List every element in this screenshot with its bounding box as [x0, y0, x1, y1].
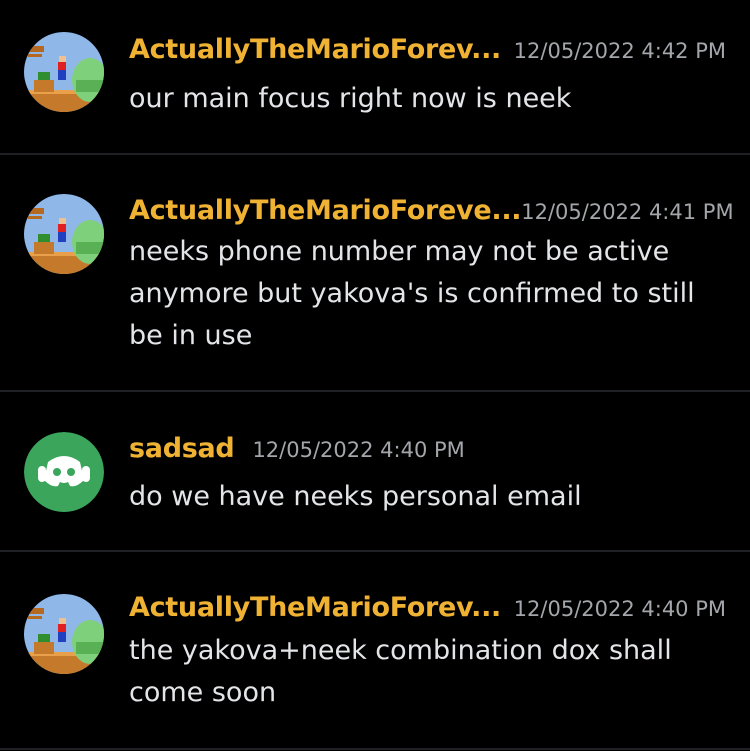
message-item[interactable]: sadsad 12/05/2022 4:40 PM do we have nee… — [0, 392, 750, 550]
timestamp: 12/05/2022 4:40 PM — [252, 438, 465, 462]
message-item[interactable]: ActuallyTheMarioForev... 12/05/2022 4:40… — [0, 552, 750, 751]
mario-avatar-icon — [24, 32, 104, 112]
username[interactable]: sadsad — [129, 433, 235, 464]
message-text: the yakova+neek combination dox shall co… — [129, 635, 672, 708]
timestamp: 12/05/2022 4:42 PM — [513, 39, 726, 63]
username[interactable]: ActuallyTheMarioForev... — [129, 592, 501, 623]
discord-default-avatar-icon — [24, 432, 104, 512]
username[interactable]: ActuallyTheMarioForev... — [129, 34, 501, 65]
username[interactable]: ActuallyTheMarioForeve... — [129, 195, 522, 226]
message-item[interactable]: ActuallyTheMarioForeve... 12/05/2022 4:4… — [0, 155, 750, 390]
avatar[interactable] — [24, 594, 104, 674]
message-divider — [0, 748, 750, 750]
message-feed: ActuallyTheMarioForev... 12/05/2022 4:42… — [0, 0, 750, 751]
message-text: do we have neeks personal email — [129, 481, 582, 512]
avatar[interactable] — [24, 194, 104, 274]
avatar[interactable] — [24, 432, 104, 512]
timestamp: 12/05/2022 4:40 PM — [513, 597, 726, 621]
message-text: our main focus right now is neek — [129, 83, 572, 114]
timestamp: 12/05/2022 4:41 PM — [521, 200, 734, 224]
mario-avatar-icon — [24, 194, 104, 274]
avatar[interactable] — [24, 32, 104, 112]
message-text: neeks phone number may not be active any… — [129, 236, 695, 351]
message-item[interactable]: ActuallyTheMarioForev... 12/05/2022 4:42… — [0, 0, 750, 154]
mario-avatar-icon — [24, 594, 104, 674]
